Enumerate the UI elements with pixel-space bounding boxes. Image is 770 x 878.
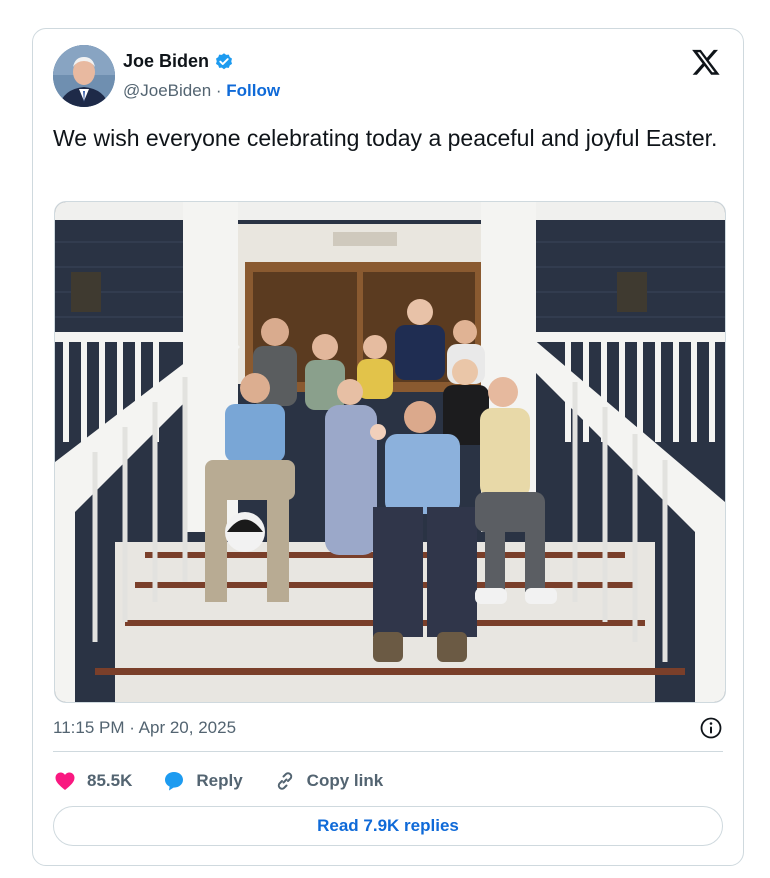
x-logo-icon[interactable]: [691, 47, 721, 77]
copy-link-button[interactable]: Copy link: [273, 769, 384, 793]
tweet-meta-row: 11:15 PM · Apr 20, 2025: [53, 716, 723, 740]
action-bar: 85.5K Reply Copy link: [53, 767, 413, 795]
heart-icon: [55, 772, 75, 790]
tweet-card: Joe Biden @JoeBiden · Follow We wish eve…: [32, 28, 744, 866]
like-button[interactable]: 85.5K: [53, 769, 132, 793]
author-handle-row: @JoeBiden · Follow: [123, 81, 280, 101]
tweet-text: We wish everyone celebrating today a pea…: [53, 125, 718, 151]
author-name[interactable]: Joe Biden: [123, 51, 209, 72]
author-name-row[interactable]: Joe Biden: [123, 51, 234, 72]
verified-badge-icon: [216, 52, 233, 69]
reply-button[interactable]: Reply: [162, 769, 243, 793]
link-icon: [277, 772, 292, 790]
divider: [53, 751, 723, 752]
read-replies-button[interactable]: Read 7.9K replies: [53, 806, 723, 846]
reply-label: Reply: [196, 771, 243, 790]
avatar[interactable]: [53, 45, 115, 107]
tweet-photo[interactable]: [54, 201, 726, 703]
family-photo-illustration: [55, 202, 725, 702]
follow-button[interactable]: Follow: [226, 81, 280, 100]
info-icon[interactable]: [699, 716, 723, 740]
tweet-timestamp[interactable]: 11:15 PM · Apr 20, 2025: [53, 718, 236, 738]
author-handle[interactable]: @JoeBiden: [123, 81, 211, 100]
like-count: 85.5K: [87, 771, 133, 790]
copy-link-label: Copy link: [306, 771, 384, 790]
avatar-image: [53, 45, 115, 107]
speech-bubble-icon: [165, 772, 184, 791]
handle-separator: ·: [211, 81, 227, 100]
